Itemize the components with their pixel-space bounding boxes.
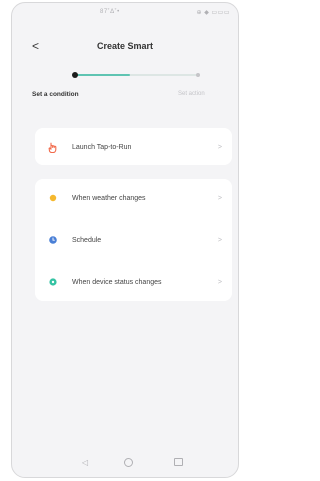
home-icon: [124, 458, 133, 467]
condition-row-weather[interactable]: When weather changes >: [35, 185, 232, 211]
step-label-current: Set a condition: [32, 91, 79, 98]
condition-row-device-status[interactable]: When device status changes >: [35, 269, 232, 295]
step-next-dot: [196, 73, 200, 77]
step-current-dot: [72, 72, 78, 78]
condition-label: When weather changes: [72, 194, 146, 202]
step-label-next: Set action: [178, 91, 205, 97]
status-left: 87˚Δ˚•: [100, 9, 120, 15]
condition-label: Launch Tap-to-Run: [72, 143, 132, 151]
condition-label: Schedule: [72, 236, 102, 244]
step-progress: [72, 71, 200, 79]
phone-screen: 87˚Δ˚• ⊕ ◆ ▭▭▭ < Create Smart Set a cond…: [11, 2, 239, 478]
nav-back-button[interactable]: ◁: [82, 458, 88, 467]
progress-fill: [75, 74, 130, 76]
system-nav-bar: ◁: [12, 458, 238, 474]
condition-label: When device status changes: [72, 278, 162, 286]
condition-row-schedule[interactable]: Schedule >: [35, 227, 232, 253]
chevron-right-icon: >: [217, 236, 222, 244]
status-right: ⊕ ◆ ▭▭▭: [196, 10, 230, 16]
chevron-right-icon: >: [217, 194, 222, 202]
recent-apps-icon: [174, 458, 183, 466]
device-icon: [48, 277, 58, 287]
clock-icon: [48, 235, 58, 245]
tap-hand-icon: [48, 142, 58, 153]
tap-to-run-card: Launch Tap-to-Run >: [35, 128, 232, 165]
sun-icon: [48, 193, 58, 203]
conditions-card: When weather changes > Schedule > When d…: [35, 179, 232, 301]
status-bar: 87˚Δ˚• ⊕ ◆ ▭▭▭: [12, 9, 238, 19]
condition-row-launch-tap-to-run[interactable]: Launch Tap-to-Run >: [35, 134, 232, 160]
page-title: Create Smart: [96, 41, 154, 51]
chevron-right-icon: >: [217, 278, 222, 286]
chevron-right-icon: >: [217, 143, 222, 151]
